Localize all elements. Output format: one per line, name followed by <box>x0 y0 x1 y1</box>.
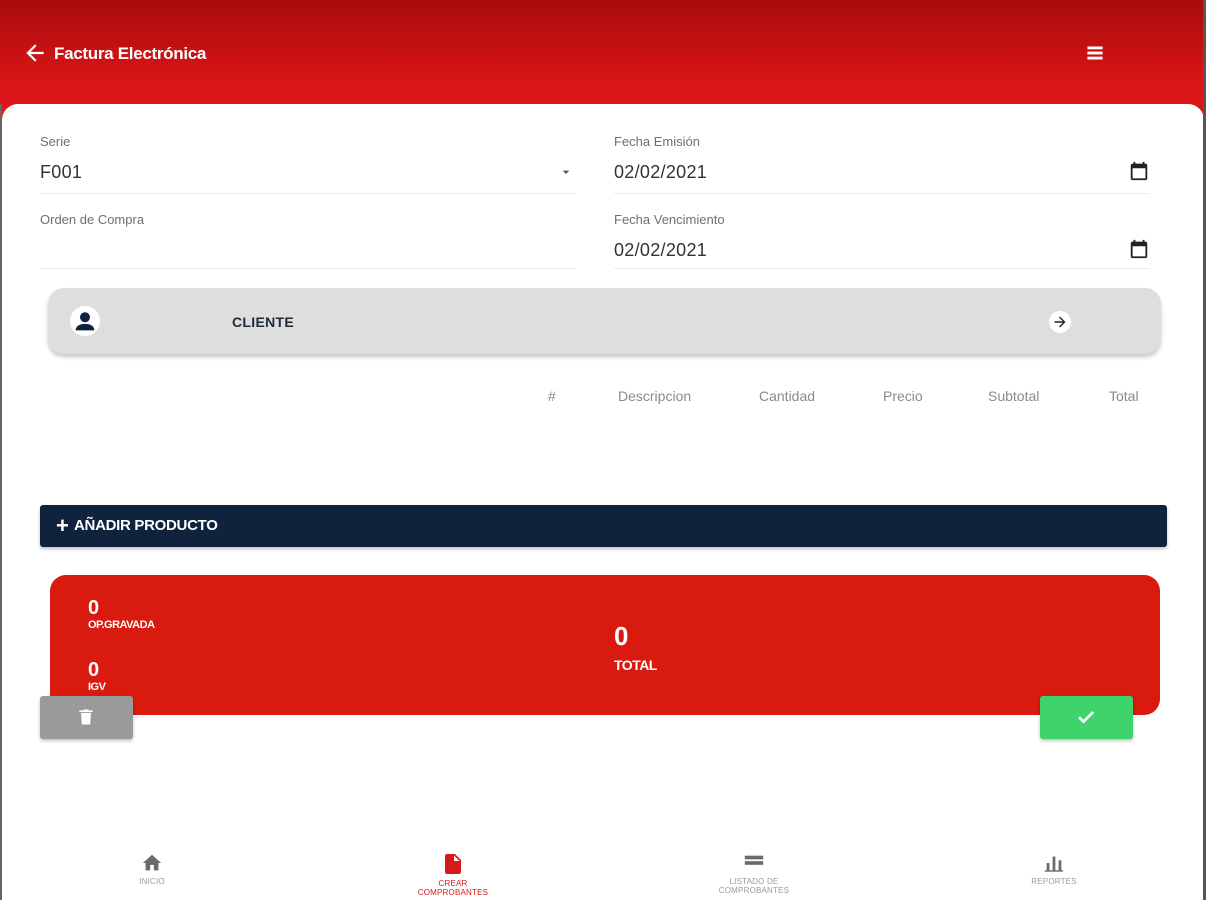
column-header: # <box>548 388 556 404</box>
fecha-vencimiento-label: Fecha Vencimiento <box>614 212 725 227</box>
menu-button[interactable] <box>1082 40 1108 66</box>
check-icon <box>1078 710 1095 724</box>
page-title: Factura Electrónica <box>54 44 207 63</box>
trash-icon <box>79 709 93 725</box>
arrow-left-icon <box>26 44 44 62</box>
igv-value: 0 <box>88 659 100 681</box>
fecha-emision-label: Fecha Emisión <box>614 134 700 149</box>
cliente-label: CLIENTE <box>232 314 294 330</box>
user-icon <box>70 306 100 336</box>
bar-chart-icon <box>1044 856 1064 872</box>
cliente-selector[interactable]: CLIENTE <box>48 288 1161 354</box>
orden-compra-input[interactable]: Orden de Compra <box>40 212 576 269</box>
calendar-icon[interactable] <box>1128 238 1150 260</box>
field-underline <box>40 193 576 194</box>
column-header: Precio <box>883 388 923 404</box>
home-icon <box>142 854 162 871</box>
confirm-button[interactable] <box>1040 696 1133 739</box>
total-value: 0 <box>614 621 629 651</box>
nav-listado-label: LISTADO DE COMPROBANTES <box>718 877 790 895</box>
add-product-label: AÑADIR PRODUCTO <box>74 517 218 534</box>
hamburger-menu-icon <box>1087 46 1103 60</box>
nav-inicio-label: INICIO <box>139 877 165 886</box>
calendar-icon[interactable] <box>1128 160 1150 182</box>
field-underline <box>614 268 1150 269</box>
serie-value: F001 <box>40 162 83 182</box>
dropdown-caret-icon[interactable] <box>558 164 574 180</box>
nav-reportes-label: REPORTES <box>1031 877 1077 886</box>
column-header: Total <box>1109 388 1139 404</box>
field-underline <box>614 193 1150 194</box>
plus-icon: + <box>56 513 69 538</box>
fecha-emision-field[interactable]: Fecha Emisión 02/02/2021 <box>614 134 1150 194</box>
add-product-button[interactable]: + AÑADIR PRODUCTO <box>40 505 1167 547</box>
list-icon <box>744 855 764 865</box>
app-window: Factura Electrónica Serie F001 Fecha Emi… <box>0 0 1206 900</box>
fecha-vencimiento-field[interactable]: Fecha Vencimiento 02/02/2021 <box>614 212 1150 269</box>
delete-button[interactable] <box>40 696 133 739</box>
op-gravada-value: 0 <box>88 597 100 619</box>
products-table-header: # Descripcion Cantidad Precio Subtotal T… <box>2 388 1204 408</box>
field-underline <box>40 268 576 269</box>
serie-label: Serie <box>40 134 71 149</box>
nav-reportes[interactable]: REPORTES <box>954 840 1154 900</box>
nav-crear-label: CREAR COMPROBANTES <box>417 879 489 897</box>
total-label: TOTAL <box>614 657 657 673</box>
orden-compra-label: Orden de Compra <box>40 212 145 227</box>
arrow-right-circle-icon[interactable] <box>1048 310 1072 334</box>
document-icon <box>445 854 461 874</box>
back-button[interactable] <box>22 40 48 66</box>
fecha-emision-value: 02/02/2021 <box>614 162 708 182</box>
serie-select[interactable]: Serie F001 <box>40 134 576 194</box>
totals-panel: 0 OP.GRAVADA 0 IGV 0 TOTAL <box>50 575 1160 715</box>
window-edge <box>0 104 2 900</box>
column-header: Descripcion <box>618 388 692 404</box>
invoice-form-card: Serie F001 Fecha Emisión 02/02/2021 Orde… <box>2 104 1204 900</box>
nav-inicio[interactable]: INICIO <box>52 840 252 900</box>
nav-crear-comprobantes[interactable]: CREAR COMPROBANTES <box>353 840 553 900</box>
column-header: Cantidad <box>759 388 816 404</box>
bottom-navigation: INICIO CREAR COMPROBANTES LISTADO DE COM… <box>0 840 1206 900</box>
column-header: Subtotal <box>988 388 1040 404</box>
op-gravada-label: OP.GRAVADA <box>88 619 155 631</box>
igv-label: IGV <box>88 681 106 693</box>
nav-listado-comprobantes[interactable]: LISTADO DE COMPROBANTES <box>654 840 854 900</box>
fecha-vencimiento-value: 02/02/2021 <box>614 240 708 260</box>
